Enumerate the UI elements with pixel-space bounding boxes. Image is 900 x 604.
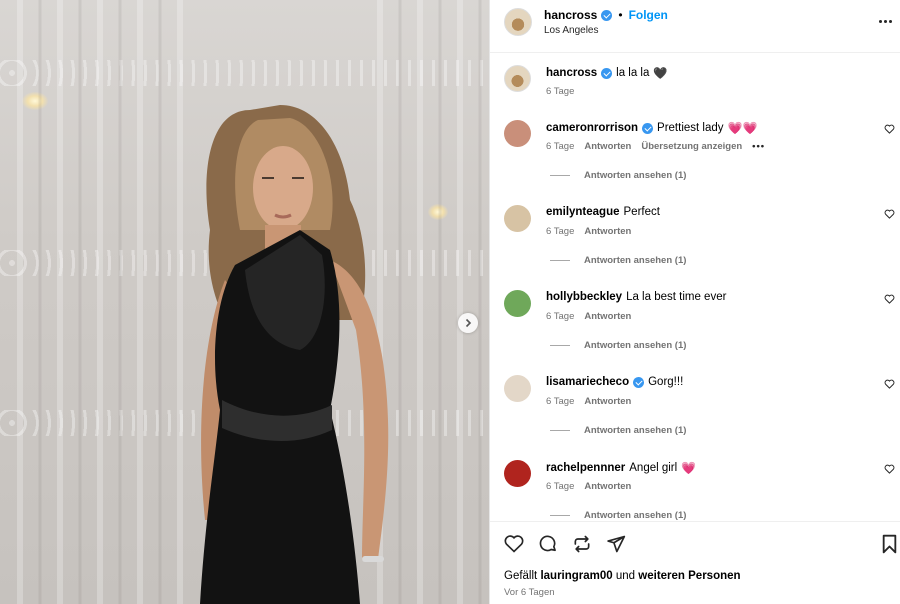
- reply-button[interactable]: Antworten: [584, 396, 631, 407]
- comment-time: 6 Tage: [546, 141, 575, 152]
- view-replies-button[interactable]: Antworten ansehen (1): [550, 425, 686, 436]
- caption-time: 6 Tage: [546, 86, 575, 97]
- post-panel: hancross • Folgen Los Angeles hancross l…: [489, 0, 900, 604]
- avatar[interactable]: [504, 290, 531, 317]
- comments-list[interactable]: hancross la la la 🖤 6 Tage cameronrorris…: [490, 53, 900, 521]
- post-header: hancross • Folgen Los Angeles: [490, 0, 900, 53]
- comment-icon[interactable]: [538, 534, 558, 554]
- more-icon[interactable]: [875, 14, 895, 28]
- avatar[interactable]: [504, 205, 531, 232]
- view-replies-label: Antworten ansehen (1): [584, 425, 687, 436]
- follow-button[interactable]: Folgen: [629, 8, 668, 22]
- view-replies-button[interactable]: Antworten ansehen (1): [550, 340, 686, 351]
- comment-time: 6 Tage: [546, 396, 575, 407]
- comment-time: 6 Tage: [546, 226, 575, 237]
- next-image-button[interactable]: [458, 313, 478, 333]
- post-location[interactable]: Los Angeles: [544, 25, 599, 36]
- post-image[interactable]: [0, 0, 489, 604]
- author-row: hancross • Folgen: [544, 8, 668, 22]
- comment-time: 6 Tage: [546, 481, 575, 492]
- comment-emoji: 💗: [681, 461, 697, 475]
- likes-suffix[interactable]: weiteren Personen: [638, 570, 740, 582]
- caption-emoji: 🖤: [653, 68, 668, 80]
- comment-text: Angel girl: [629, 462, 678, 474]
- action-bar: Gefällt lauringram00 und weiteren Person…: [490, 521, 900, 604]
- comment-username[interactable]: lisamariecheco: [546, 376, 629, 388]
- comment-text: Gorg!!!: [648, 376, 684, 388]
- reply-button[interactable]: Antworten: [584, 226, 631, 237]
- comment-username[interactable]: emilynteague: [546, 206, 620, 218]
- heart-icon[interactable]: [884, 124, 895, 134]
- author-username[interactable]: hancross: [544, 8, 597, 22]
- heart-icon[interactable]: [884, 464, 895, 474]
- comment-text: Perfect: [623, 206, 660, 218]
- view-replies-label: Antworten ansehen (1): [584, 255, 687, 266]
- reply-button[interactable]: Antworten: [584, 141, 631, 152]
- avatar[interactable]: [504, 460, 531, 487]
- chevron-right-icon: [465, 318, 472, 328]
- comment-username[interactable]: hollybbeckley: [546, 291, 622, 303]
- bookmark-icon[interactable]: [881, 534, 898, 554]
- view-replies-button[interactable]: Antworten ansehen (1): [550, 255, 686, 266]
- avatar[interactable]: [504, 120, 531, 147]
- comment-username[interactable]: cameronrorrison: [546, 122, 638, 134]
- send-icon[interactable]: [606, 534, 626, 554]
- comment-options-icon[interactable]: •••: [752, 141, 765, 152]
- heart-icon[interactable]: [504, 534, 524, 553]
- view-replies-label: Antworten ansehen (1): [584, 510, 687, 521]
- comment-username[interactable]: rachelpennner: [546, 462, 625, 474]
- share-icon[interactable]: [572, 534, 592, 554]
- comment-text: La la best time ever: [626, 291, 727, 303]
- separator-dot: •: [618, 8, 623, 22]
- post-age: Vor 6 Tagen: [504, 587, 555, 598]
- author-avatar[interactable]: [504, 8, 532, 36]
- view-replies-label: Antworten ansehen (1): [584, 170, 687, 181]
- avatar[interactable]: [504, 375, 531, 402]
- verified-icon: [633, 376, 645, 388]
- comment-time: 6 Tage: [546, 311, 575, 322]
- view-replies-label: Antworten ansehen (1): [584, 340, 687, 351]
- verified-icon: [601, 67, 613, 79]
- person-figure: [17, 0, 482, 604]
- likes-prefix: Gefällt: [504, 570, 538, 582]
- heart-icon[interactable]: [884, 294, 895, 304]
- likes-user[interactable]: lauringram00: [540, 570, 612, 582]
- verified-icon: [642, 122, 654, 134]
- translate-button[interactable]: Übersetzung anzeigen: [641, 141, 742, 152]
- comment-text: Prettiest lady: [657, 122, 724, 134]
- likes-mid: und: [615, 570, 636, 582]
- caption-text: la la la: [616, 67, 650, 79]
- reply-button[interactable]: Antworten: [584, 311, 631, 322]
- heart-icon[interactable]: [884, 209, 895, 219]
- view-replies-button[interactable]: Antworten ansehen (1): [550, 170, 686, 181]
- view-replies-button[interactable]: Antworten ansehen (1): [550, 510, 686, 521]
- reply-button[interactable]: Antworten: [584, 481, 631, 492]
- comment-emoji: 💗💗: [727, 121, 758, 135]
- heart-icon[interactable]: [884, 379, 895, 389]
- verified-icon: [601, 9, 613, 21]
- caption-username[interactable]: hancross: [546, 67, 597, 79]
- likes-summary[interactable]: Gefällt lauringram00 und weiteren Person…: [504, 570, 741, 582]
- author-avatar[interactable]: [504, 65, 531, 92]
